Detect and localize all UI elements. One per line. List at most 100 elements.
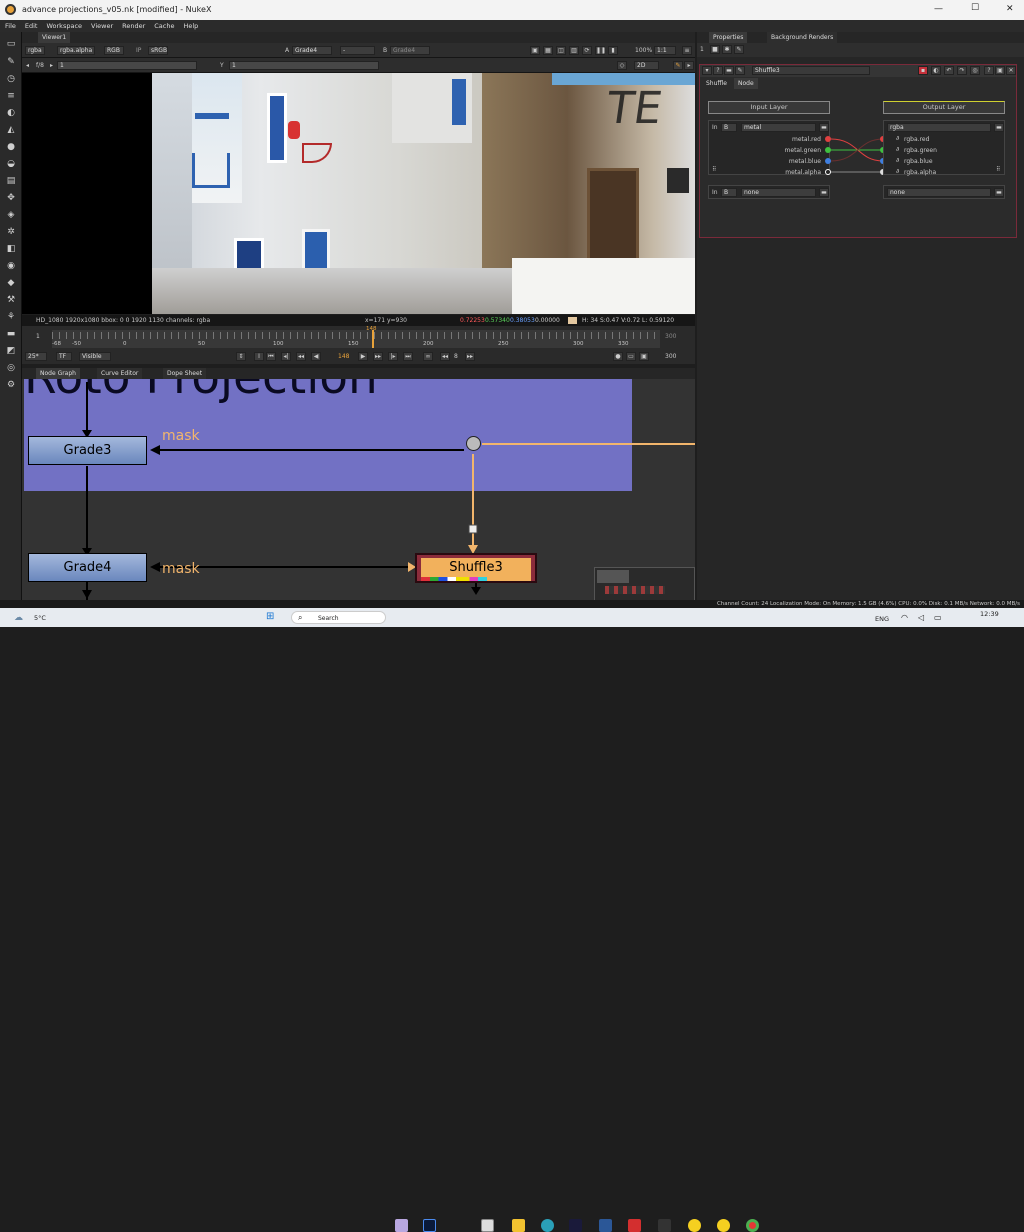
pencil-icon[interactable]: ✎ bbox=[673, 61, 683, 70]
current-frame[interactable]: 148 bbox=[338, 353, 349, 360]
dot-node[interactable] bbox=[466, 436, 481, 451]
node-color-icon[interactable]: ▬ bbox=[724, 66, 734, 75]
in2-menu-icon[interactable]: ▬ bbox=[819, 188, 829, 197]
draw-icon[interactable]: ✎ bbox=[4, 56, 18, 68]
channel-icon[interactable]: ≡ bbox=[4, 90, 18, 102]
lock-range-icon[interactable]: Ⅰ bbox=[254, 352, 264, 361]
other-icon[interactable]: ⚘ bbox=[4, 311, 18, 323]
compare-dropdown[interactable]: - bbox=[340, 46, 375, 55]
in2-layer-dropdown[interactable]: none bbox=[741, 188, 816, 197]
view-select-icon[interactable]: ◇ bbox=[617, 61, 627, 70]
minimize-button[interactable]: — bbox=[934, 4, 943, 14]
next-keyframe-icon[interactable]: |▸ bbox=[388, 352, 398, 361]
properties-count[interactable]: 1 bbox=[700, 46, 704, 53]
tab-node-graph[interactable]: Node Graph bbox=[36, 368, 80, 379]
tab-viewer1[interactable]: Viewer1 bbox=[38, 32, 71, 43]
battery-icon[interactable]: ▭ bbox=[934, 613, 942, 622]
tab-node[interactable]: Node bbox=[734, 78, 758, 89]
out2-layer-dropdown[interactable]: none bbox=[887, 188, 991, 197]
revert-icon[interactable]: ◎ bbox=[970, 66, 980, 75]
toolsets-icon[interactable]: ⚒ bbox=[4, 294, 18, 306]
a-input-dropdown[interactable]: Grade4 bbox=[292, 46, 332, 55]
pause-icon[interactable]: ❚❚ bbox=[595, 46, 606, 55]
menu-render[interactable]: Render bbox=[122, 22, 145, 30]
views-icon[interactable]: ◉ bbox=[4, 260, 18, 272]
keyer-icon[interactable]: ● bbox=[4, 141, 18, 153]
language-indicator[interactable]: ENG bbox=[875, 615, 889, 623]
float-panel-icon[interactable]: ▣ bbox=[995, 66, 1005, 75]
link-icon[interactable]: ✎ bbox=[735, 66, 745, 75]
record-icon[interactable]: ● bbox=[613, 352, 623, 361]
in-layer-menu-icon[interactable]: ▬ bbox=[819, 123, 829, 132]
refresh-icon[interactable]: ⟳ bbox=[582, 46, 592, 55]
furnace-icon[interactable]: ◩ bbox=[4, 345, 18, 357]
tab-background-renders[interactable]: Background Renders bbox=[767, 32, 838, 43]
viewer-menu-icon[interactable]: ≡ bbox=[682, 46, 692, 55]
plugins-icon[interactable]: ▬ bbox=[4, 328, 18, 340]
tf-dropdown[interactable]: TF bbox=[56, 352, 72, 361]
chrome-icon[interactable] bbox=[746, 1219, 759, 1232]
start-icon[interactable]: ⊞ bbox=[266, 611, 274, 622]
step-fwd-icon[interactable]: ▸▸ bbox=[465, 352, 475, 361]
node-grade3[interactable]: Grade3 bbox=[28, 436, 147, 465]
merge-icon[interactable]: ◒ bbox=[4, 158, 18, 170]
clock[interactable]: 12:39 bbox=[980, 610, 999, 618]
menu-help[interactable]: Help bbox=[183, 22, 198, 30]
acrobat-icon[interactable] bbox=[628, 1219, 641, 1232]
viewer-canvas[interactable]: TE bbox=[22, 73, 695, 314]
node-name-field[interactable]: Shuffle3 bbox=[752, 66, 870, 75]
close-all-icon[interactable]: ■ bbox=[710, 45, 720, 54]
nuke-icon-2[interactable] bbox=[717, 1219, 730, 1232]
fwd-inc-icon[interactable]: ▸▸ bbox=[373, 352, 383, 361]
wipe-icon[interactable]: ◫ bbox=[556, 46, 566, 55]
gl-icon[interactable]: ◐ bbox=[931, 66, 941, 75]
layers-icon[interactable]: ▤ bbox=[4, 175, 18, 187]
particles-icon[interactable]: ✲ bbox=[4, 226, 18, 238]
pen-icon[interactable]: ✎ bbox=[734, 45, 744, 54]
play-backward-icon[interactable]: ◀ bbox=[311, 352, 321, 361]
link-alpha-icon[interactable]: ∂ bbox=[896, 168, 899, 175]
zoom-level[interactable]: 100% bbox=[635, 47, 652, 54]
undo-icon[interactable]: ↶ bbox=[944, 66, 954, 75]
lut-dropdown[interactable]: sRGB bbox=[148, 46, 168, 55]
cache-icon[interactable]: ▭ bbox=[626, 352, 636, 361]
node-grade4[interactable]: Grade4 bbox=[28, 553, 147, 582]
expand-icon[interactable]: ▸ bbox=[684, 61, 694, 70]
roi-icon[interactable]: ▣ bbox=[530, 46, 540, 55]
ip-toggle[interactable]: IP bbox=[136, 47, 141, 54]
word-icon[interactable] bbox=[599, 1219, 612, 1232]
timeline-ruler[interactable]: -68 -50 0 50 100 150 200 250 300 330 148 bbox=[52, 326, 660, 348]
menu-file[interactable]: File bbox=[5, 22, 16, 30]
link-red-icon[interactable]: ∂ bbox=[896, 135, 899, 142]
ratio-dropdown[interactable]: 1:1 bbox=[654, 46, 676, 55]
float-icon[interactable]: ✱ bbox=[722, 45, 732, 54]
deep-icon[interactable]: ◧ bbox=[4, 243, 18, 255]
link-green-icon[interactable]: ∂ bbox=[896, 146, 899, 153]
in-source-dropdown[interactable]: B bbox=[721, 123, 737, 132]
redo-icon[interactable]: ↷ bbox=[957, 66, 967, 75]
gamma-slider[interactable]: 1 bbox=[229, 61, 379, 70]
search-box[interactable]: ⌕ Search bbox=[291, 611, 386, 624]
edge-icon[interactable] bbox=[541, 1219, 554, 1232]
weather-icon[interactable]: ☁ bbox=[14, 613, 23, 623]
playhead[interactable] bbox=[372, 330, 374, 348]
close-button[interactable]: ✕ bbox=[1006, 4, 1014, 14]
tab-properties[interactable]: Properties bbox=[709, 32, 748, 43]
terminal-icon[interactable] bbox=[658, 1219, 671, 1232]
snip-icon[interactable] bbox=[481, 1219, 494, 1232]
channels-dropdown[interactable]: rgba bbox=[25, 46, 45, 55]
back-inc-icon[interactable]: ◂◂ bbox=[296, 352, 306, 361]
frame-range-icon[interactable]: ⇕ bbox=[236, 352, 246, 361]
tab-curve-editor[interactable]: Curve Editor bbox=[97, 368, 143, 379]
wifi-icon[interactable]: ◠ bbox=[901, 613, 908, 622]
tab-shuffle[interactable]: Shuffle bbox=[702, 78, 731, 89]
filter-icon[interactable]: ◭ bbox=[4, 124, 18, 136]
app-icon-2[interactable] bbox=[453, 1219, 466, 1232]
visible-dropdown[interactable]: Visible bbox=[79, 352, 111, 361]
collapse-icon[interactable]: ▾ bbox=[702, 66, 712, 75]
tab-dope-sheet[interactable]: Dope Sheet bbox=[163, 368, 207, 379]
timeline-end[interactable]: 300 bbox=[665, 333, 676, 340]
b-input-dropdown[interactable]: Grade4 bbox=[390, 46, 430, 55]
transform-icon[interactable]: ✥ bbox=[4, 192, 18, 204]
node-help-icon[interactable]: ? bbox=[984, 66, 994, 75]
